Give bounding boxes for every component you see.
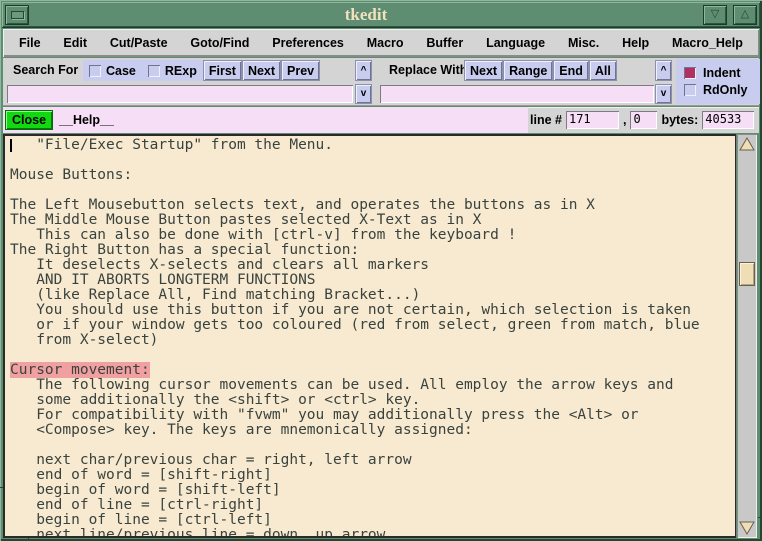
case-checkbox-indicator (89, 65, 101, 77)
vertical-scrollbar[interactable] (737, 134, 757, 538)
replace-history-up-button[interactable]: ^ (655, 60, 672, 81)
menu-file[interactable]: File (17, 32, 43, 54)
editor-line: end of line = [ctrl-right] (10, 498, 735, 513)
editor-text-area[interactable]: "File/Exec Startup" from the Menu. Mouse … (3, 134, 736, 538)
editor-line (10, 183, 735, 198)
editor-line: begin of word = [shift-left] (10, 483, 735, 498)
case-checkbox[interactable]: Case (83, 60, 142, 81)
rdonly-label: RdOnly (703, 83, 747, 97)
editor-line: <Compose> key. The keys are mnemonically… (10, 423, 735, 438)
rdonly-checkbox[interactable]: RdOnly (684, 83, 760, 97)
replace-range-button[interactable]: Range (503, 60, 553, 81)
editor-line: Cursor movement: (10, 363, 735, 378)
rdonly-checkbox-indicator (684, 84, 696, 96)
editor-line: "File/Exec Startup" from the Menu. (10, 138, 735, 153)
line-number-value[interactable]: 171 (566, 111, 619, 129)
search-input[interactable] (7, 85, 353, 103)
tkedit-window: tkedit ▽ △ File Edit Cut/Paste Goto/Find… (0, 0, 762, 541)
replace-input[interactable] (380, 85, 654, 103)
editor-line: or if your window gets too coloured (red… (10, 318, 735, 333)
insert-cursor (10, 139, 12, 152)
scroll-down-icon (739, 521, 755, 535)
menu-macro[interactable]: Macro (365, 32, 406, 54)
search-history-up-button[interactable]: ^ (355, 60, 372, 81)
editor-line (10, 348, 735, 363)
position-panel: line # 171 , 0 bytes: 40533 (528, 107, 759, 133)
column-value[interactable]: 0 (630, 111, 657, 129)
window-title: tkedit (32, 5, 700, 25)
replace-end-button[interactable]: End (553, 60, 589, 81)
search-for-label: Search For (13, 63, 78, 77)
rexp-checkbox-indicator (148, 65, 160, 77)
buffer-name: __Help__ (59, 113, 528, 127)
indent-checkbox-indicator (684, 67, 696, 79)
menu-help[interactable]: Help (620, 32, 651, 54)
options-panel: Indent RdOnly (676, 59, 760, 104)
menu-buffer[interactable]: Buffer (424, 32, 465, 54)
editor-line: AND IT ABORTS LONGTERM FUNCTIONS (10, 273, 735, 288)
indent-checkbox[interactable]: Indent (684, 66, 760, 80)
bytes-label: bytes: (661, 113, 698, 127)
editor-line: The Right Button has a special function: (10, 243, 735, 258)
menu-preferences[interactable]: Preferences (270, 32, 346, 54)
close-button[interactable]: Close (5, 110, 53, 130)
editor-line: It deselects X-selects and clears all ma… (10, 258, 735, 273)
menu-cut-paste[interactable]: Cut/Paste (108, 32, 170, 54)
window-menu-icon (11, 11, 24, 19)
editor-line: end of word = [shift-right] (10, 468, 735, 483)
menu-edit[interactable]: Edit (61, 32, 89, 54)
scroll-up-icon (739, 137, 755, 151)
menu-language[interactable]: Language (484, 32, 547, 54)
search-next-button[interactable]: Next (242, 60, 281, 81)
replace-next-button[interactable]: Next (464, 60, 503, 81)
find-replace-bar: Search For Case RExp First Next Prev ^ v… (3, 58, 759, 106)
editor-line: some additionally the <shift> or <ctrl> … (10, 393, 735, 408)
editor-line: Mouse Buttons: (10, 168, 735, 183)
editor-line: The Middle Mouse Button pastes selected … (10, 213, 735, 228)
frame-handle-mark (0, 487, 3, 488)
window-menu-button[interactable] (5, 5, 29, 25)
editor-line: (like Replace All, Find matching Bracket… (10, 288, 735, 303)
scroll-down-button[interactable] (738, 518, 756, 538)
search-history-down-button[interactable]: v (355, 84, 372, 105)
replace-with-label: Replace With (389, 63, 467, 77)
menu-bar: File Edit Cut/Paste Goto/Find Preference… (3, 29, 759, 57)
case-label: Case (106, 64, 136, 78)
search-prev-button[interactable]: Prev (281, 60, 320, 81)
replace-history-down-button[interactable]: v (655, 84, 672, 105)
editor-line (10, 153, 735, 168)
editor-line: The following cursor movements can be us… (10, 378, 735, 393)
title-bar[interactable]: tkedit ▽ △ (2, 2, 760, 28)
status-bar: Close __Help__ line # 171 , 0 bytes: 405… (3, 107, 759, 133)
search-first-button[interactable]: First (203, 60, 242, 81)
editor-line (10, 438, 735, 453)
editor-line: next char/previous char = right, left ar… (10, 453, 735, 468)
editor-line: For compatibility with "fvwm" you may ad… (10, 408, 735, 423)
raise-button[interactable]: △ (733, 5, 757, 25)
frame-handle-mark (758, 517, 762, 518)
menu-misc[interactable]: Misc. (566, 32, 601, 54)
rexp-label: RExp (165, 64, 197, 78)
scroll-up-button[interactable] (738, 134, 756, 154)
editor-line: You should use this button if you are no… (10, 303, 735, 318)
shade-icon: ▽ (711, 9, 719, 20)
scrollbar-thumb[interactable] (739, 262, 755, 286)
menu-macro-help[interactable]: Macro_Help (670, 32, 745, 54)
bytes-value[interactable]: 40533 (702, 111, 754, 129)
editor-line: next line/previous line = down, up arrow (10, 528, 735, 538)
line-number-label: line # (530, 113, 562, 127)
editor-line: from X-select) (10, 333, 735, 348)
indent-label: Indent (703, 66, 741, 80)
comma-separator: , (623, 113, 626, 127)
rexp-checkbox[interactable]: RExp (142, 60, 203, 81)
menu-goto-find[interactable]: Goto/Find (188, 32, 251, 54)
raise-icon: △ (741, 9, 749, 20)
editor-line: This can also be done with [ctrl-v] from… (10, 228, 735, 243)
editor-line: The Left Mousebutton selects text, and o… (10, 198, 735, 213)
editor-line: begin of line = [ctrl-left] (10, 513, 735, 528)
replace-all-button[interactable]: All (589, 60, 617, 81)
shade-button[interactable]: ▽ (703, 5, 727, 25)
editor-text: "File/Exec Startup" from the Menu. Mouse … (10, 138, 735, 536)
